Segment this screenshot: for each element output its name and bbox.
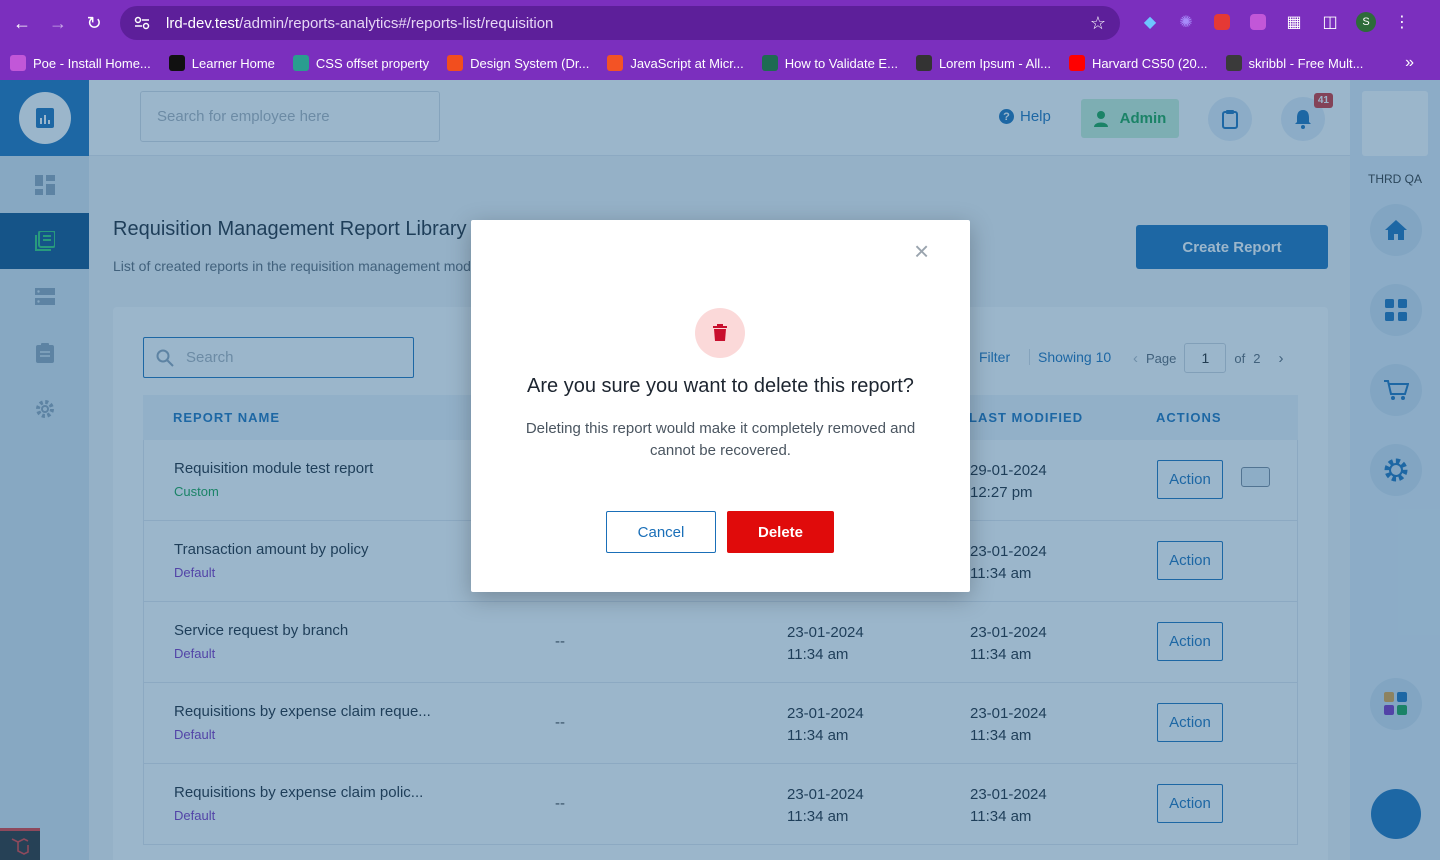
bookmark-item[interactable]: Design System (Dr... — [447, 55, 589, 71]
bookmark-label: How to Validate E... — [784, 55, 898, 71]
trash-icon — [695, 308, 745, 358]
bookmark-favicon-icon — [607, 55, 624, 71]
forward-icon[interactable]: → — [40, 5, 76, 41]
delete-confirm-dialog: × Are you sure you want to delete this r… — [471, 220, 970, 592]
bookmark-label: skribbl - Free Mult... — [1248, 55, 1364, 71]
address-bar[interactable]: lrd-dev.test/admin/reports-analytics#/re… — [120, 6, 1120, 40]
bookmark-label: JavaScript at Micr... — [630, 55, 744, 71]
bookmark-label: CSS offset property — [315, 55, 430, 71]
sidebar-toggle-icon[interactable]: ◫ — [1316, 8, 1344, 36]
bookmark-label: Lorem Ipsum - All... — [938, 55, 1051, 71]
bookmark-favicon-icon — [761, 55, 778, 71]
bookmark-favicon-icon — [447, 55, 464, 71]
reload-icon[interactable]: ↻ — [76, 5, 112, 41]
bookmark-item[interactable]: How to Validate E... — [761, 55, 898, 71]
bookmarks-overflow-icon[interactable]: » — [1405, 54, 1414, 72]
bookmark-item[interactable]: Learner Home — [168, 55, 275, 71]
delete-button[interactable]: Delete — [727, 511, 834, 553]
dialog-title: Are you sure you want to delete this rep… — [527, 375, 914, 397]
browser-toolbar: ← → ↻ lrd-dev.test/admin/reports-analyti… — [0, 0, 1440, 46]
back-icon[interactable]: ← — [4, 5, 40, 41]
bookmark-label: Harvard CS50 (20... — [1091, 55, 1208, 71]
bookmark-favicon-icon — [915, 55, 932, 71]
bookmark-item[interactable]: JavaScript at Micr... — [607, 55, 744, 71]
bookmark-item[interactable]: Poe - Install Home... — [10, 55, 151, 71]
url-path: /admin/reports-analytics#/reports-list/r… — [239, 14, 554, 32]
site-settings-icon[interactable] — [134, 16, 150, 30]
close-icon[interactable]: × — [914, 238, 929, 264]
bookmark-favicon-icon — [10, 55, 26, 71]
bookmark-label: Poe - Install Home... — [33, 55, 151, 71]
bookmark-favicon-icon — [168, 55, 185, 71]
extensions-puzzle-icon[interactable]: ▦ — [1280, 8, 1308, 36]
browser-menu-icon[interactable]: ⋮ — [1388, 8, 1416, 36]
bookmark-item[interactable]: skribbl - Free Mult... — [1225, 55, 1364, 71]
bookmarks-bar: Poe - Install Home... Learner Home CSS off… — [0, 46, 1440, 80]
bookmark-item[interactable]: Harvard CS50 (20... — [1068, 55, 1208, 71]
cancel-button[interactable]: Cancel — [606, 511, 716, 553]
profile-avatar[interactable]: S — [1352, 8, 1380, 36]
url-host: lrd-dev.test — [166, 14, 240, 32]
bookmark-label: Design System (Dr... — [470, 55, 590, 71]
bookmark-favicon-icon — [1068, 55, 1085, 71]
extension-gem-icon[interactable]: ◆ — [1136, 8, 1164, 36]
dialog-message: Deleting this report would make it compl… — [525, 420, 916, 459]
bookmark-favicon-icon — [1225, 55, 1242, 71]
extension-red-icon[interactable] — [1208, 8, 1236, 36]
bookmark-item[interactable]: CSS offset property — [292, 55, 430, 71]
bookmark-label: Learner Home — [191, 55, 275, 71]
bookmark-item[interactable]: Lorem Ipsum - All... — [915, 55, 1051, 71]
extension-purple-icon[interactable] — [1244, 8, 1272, 36]
bookmark-star-icon[interactable]: ☆ — [1090, 13, 1106, 34]
extension-gear-icon[interactable]: ✺ — [1172, 8, 1200, 36]
bookmark-favicon-icon — [292, 55, 309, 71]
